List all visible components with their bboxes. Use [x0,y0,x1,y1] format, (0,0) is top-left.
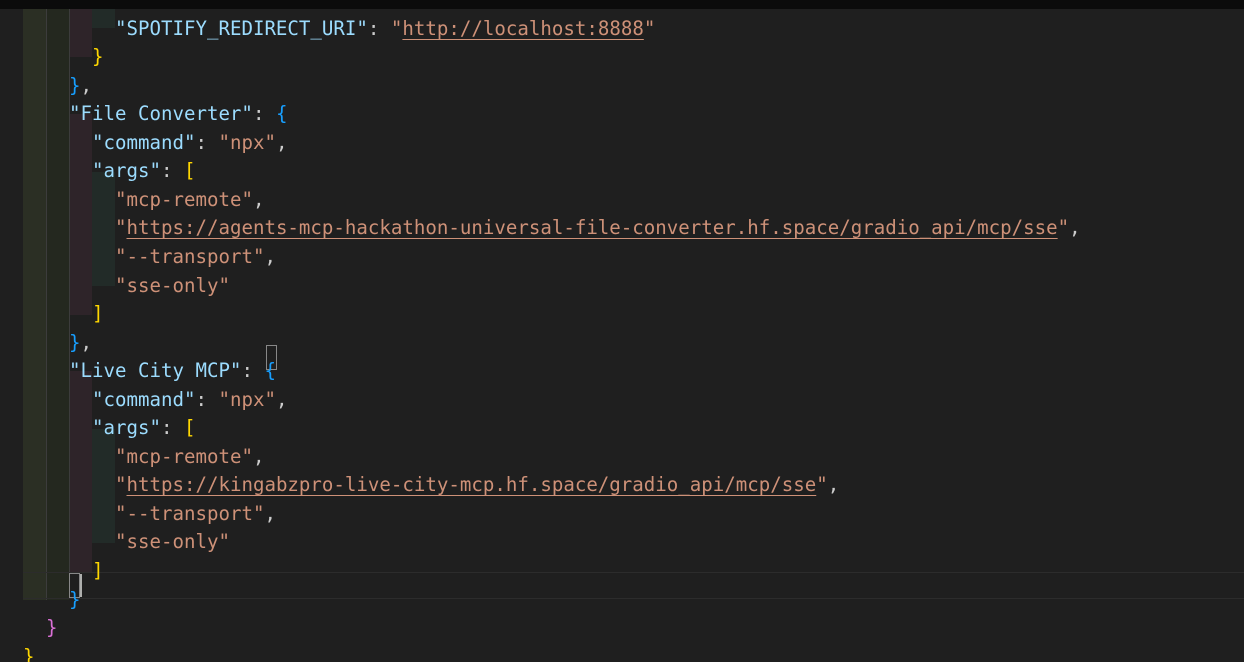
code-token: } [69,330,81,354]
code-line[interactable]: "mcp-remote", [115,443,264,471]
code-line[interactable]: "args": [ [92,414,195,442]
code-token: } [23,644,35,662]
code-line[interactable]: "File Converter": { [69,100,287,128]
code-token: , [252,444,265,468]
code-token: , [275,387,288,411]
code-token: "SPOTIFY_REDIRECT_URI" [115,16,368,40]
code-token: "args" [92,159,161,183]
code-line[interactable]: "--transport", [115,500,276,528]
code-line[interactable]: } [69,586,81,614]
code-line[interactable]: "command": "npx", [92,129,287,157]
code-token: "File Converter" [69,102,253,126]
code-line[interactable]: }, [69,72,92,100]
indent-guide [92,429,115,543]
code-line[interactable]: "SPOTIFY_REDIRECT_URI": "http://localhos… [115,15,655,43]
code-token: https://kingabzpro-live-city-mcp.hf.spac… [126,473,817,497]
indent-guide [23,0,46,600]
code-token: "--transport" [115,501,265,525]
code-line[interactable]: "--transport", [115,243,276,271]
code-token: ] [92,559,104,582]
indent-guide-line [46,0,47,600]
text-cursor [80,574,82,597]
code-token: "npx" [218,387,276,411]
code-token: [ [183,416,196,440]
code-token: , [264,244,276,268]
code-token: " [115,473,127,497]
code-token: "Live City MCP" [69,359,242,383]
code-token: "command" [92,130,196,154]
code-token: ] [92,302,104,326]
code-line[interactable]: } [23,643,35,662]
code-line[interactable]: } [92,43,104,71]
code-token: : [252,102,276,126]
code-token: "--transport" [115,244,265,268]
code-token: "sse-only" [115,530,230,554]
code-line[interactable]: "mcp-remote", [115,186,264,214]
code-token: } [46,616,58,640]
indent-guide [69,114,92,315]
code-token: , [252,187,265,211]
code-token: "mcp-remote" [115,187,253,211]
code-token: " [643,16,656,40]
code-line[interactable]: } [46,614,58,642]
code-line[interactable]: "command": "npx", [92,386,287,414]
code-editor[interactable]: "env": {"SPOTIFY_REDIRECT_URI": "http://… [0,0,1244,662]
code-token: } [69,73,81,97]
code-token: "mcp-remote" [115,444,253,468]
code-line[interactable]: "Live City MCP": { [69,357,276,385]
code-line[interactable]: "sse-only" [115,528,230,556]
current-line-highlight [23,572,1244,599]
scroll-shadow [0,0,1244,9]
code-token: { [264,359,276,383]
code-token: "command" [92,387,196,411]
indent-guide [69,371,92,572]
code-token: http://localhost:8888 [402,16,644,40]
code-token: " [1057,216,1070,240]
code-token: , [1069,216,1081,240]
code-token: "args" [92,416,161,440]
code-token: , [275,130,288,154]
code-token: : [241,359,265,383]
code-line[interactable]: ] [92,300,104,328]
code-token: "sse-only" [115,273,230,297]
code-token: " [115,216,127,240]
indent-guide [92,172,115,286]
code-token: , [80,330,93,354]
code-token: "npx" [218,130,276,154]
indent-guide [46,0,69,600]
code-line[interactable]: "https://kingabzpro-live-city-mcp.hf.spa… [115,471,839,499]
code-token: { [275,102,288,126]
code-token: , [827,473,840,497]
code-line[interactable]: ] [92,557,104,585]
code-token: , [264,501,276,525]
code-line[interactable]: "https://agents-mcp-hackathon-universal-… [115,214,1081,242]
code-line[interactable]: "sse-only" [115,272,230,300]
code-token: " [390,16,403,40]
code-token: : [160,416,184,440]
code-token: : [160,159,184,183]
code-token: : [195,387,219,411]
code-token: } [92,45,104,69]
code-line[interactable]: "args": [ [92,157,195,185]
code-token: [ [183,159,196,183]
code-token: : [367,16,391,40]
code-token: " [816,473,828,497]
code-token: , [80,73,93,97]
code-token: https://agents-mcp-hackathon-universal-f… [126,216,1058,240]
code-line[interactable]: }, [69,329,92,357]
code-token: } [69,587,81,611]
code-token: : [195,130,219,154]
